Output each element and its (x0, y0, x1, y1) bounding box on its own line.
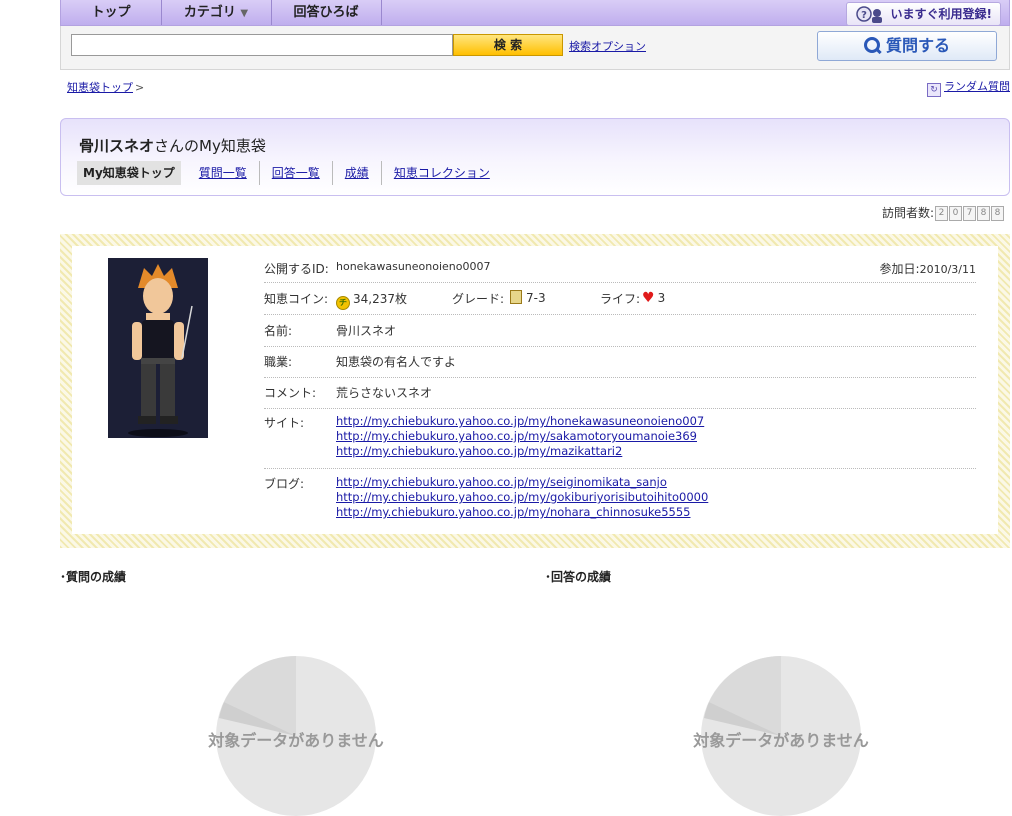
ask-question-button[interactable]: 質問する (817, 31, 997, 61)
breadcrumb-separator: > (135, 81, 145, 94)
tab-answers-link[interactable]: 回答一覧 (272, 166, 320, 180)
visitor-digit: 8 (991, 206, 1004, 221)
register-button[interactable]: ? いますぐ利用登録! (845, 2, 1001, 26)
tab-questions-link[interactable]: 質問一覧 (199, 166, 247, 180)
avatar (108, 258, 208, 438)
visitor-digit: 8 (977, 206, 990, 221)
name-value: 骨川スネオ (336, 324, 397, 338)
answer-results-heading: ･回答の成績 (545, 570, 612, 584)
search-button-label: 検 索 (493, 38, 523, 52)
answer-no-data: 対象データがありません (693, 731, 869, 750)
tab-answers[interactable]: 回答一覧 (260, 161, 333, 185)
tab-results-link[interactable]: 成績 (345, 166, 369, 180)
profile-row-comment: コメント: 荒らさないスネオ (264, 384, 976, 409)
coin-value: 34,237枚 (353, 292, 407, 306)
joined-date: 参加日:2010/3/11 (880, 260, 976, 277)
nav-tab-label: カテゴリ (183, 5, 236, 20)
life-value: 3 (657, 291, 666, 305)
profile-card: 公開するID: honekawasuneonoieno0007 参加日:2010… (72, 246, 998, 534)
nav-tab-label: 回答ひろば (293, 5, 359, 20)
grade-badge-icon (510, 290, 522, 304)
grade-value-wrap: 7-3 (510, 290, 546, 305)
ask-question-label: 質問する (885, 36, 950, 55)
blog-link[interactable]: http://my.chiebukuro.yahoo.co.jp/my/seig… (336, 475, 708, 490)
heart-icon: ♥ (642, 290, 655, 306)
tab-collection[interactable]: 知恵コレクション (382, 161, 502, 185)
blog-links: http://my.chiebukuro.yahoo.co.jp/my/seig… (336, 475, 708, 520)
question-no-data: 対象データがありません (208, 731, 384, 750)
help-person-icon: ? (855, 6, 882, 23)
id-value: honekawasuneonoieno0007 (336, 260, 491, 273)
profile-row-blogs: ブログ: http://my.chiebukuro.yahoo.co.jp/my… (264, 475, 976, 529)
tab-collection-link[interactable]: 知恵コレクション (394, 166, 490, 180)
job-label: 職業: (264, 355, 293, 369)
name-label: 名前: (264, 324, 293, 338)
chevron-down-icon: ▼ (240, 8, 249, 19)
comment-value: 荒らさないスネオ (336, 386, 433, 400)
search-button[interactable]: 検 索 (453, 34, 563, 56)
nav-tab-top[interactable]: トップ (61, 0, 162, 25)
joined-label: 参加日: (879, 262, 920, 276)
search-options-link[interactable]: 検索オプション (569, 38, 646, 54)
site-link[interactable]: http://my.chiebukuro.yahoo.co.jp/my/hone… (336, 414, 704, 429)
visitor-label: 訪問者数: (881, 206, 934, 220)
blog-link[interactable]: http://my.chiebukuro.yahoo.co.jp/my/goki… (336, 490, 708, 505)
my-header-panel: 骨川スネオさんのMy知恵袋 My知恵袋トップ 質問一覧 回答一覧 成績 知恵コレ… (60, 118, 1010, 196)
breadcrumb-home-link[interactable]: 知恵袋トップ (67, 81, 133, 94)
tab-my-top[interactable]: My知恵袋トップ (77, 161, 181, 185)
chie-coin-icon: チ (336, 296, 350, 310)
life-label: ライフ: (600, 292, 641, 306)
nav-tab-category[interactable]: カテゴリ ▼ (161, 0, 272, 25)
search-bar: 検 索 検索オプション 質問する (60, 26, 1010, 70)
search-input[interactable] (71, 34, 453, 56)
life-value-wrap: ♥ 3 (642, 290, 665, 306)
profile-section: 公開するID: honekawasuneonoieno0007 参加日:2010… (60, 234, 1010, 548)
blog-label: ブログ: (264, 477, 305, 491)
blog-link[interactable]: http://my.chiebukuro.yahoo.co.jp/my/noha… (336, 505, 708, 520)
profile-row-stats: 知恵コイン: チ 34,237枚 グレード: 7-3 ライフ: ♥ 3 (264, 290, 976, 315)
comment-label: コメント: (264, 386, 317, 400)
nav-tab-label: トップ (91, 5, 131, 20)
tab-results[interactable]: 成績 (333, 161, 382, 185)
question-results-heading: ･質問の成績 (60, 570, 127, 584)
profile-row-name: 名前: 骨川スネオ (264, 322, 976, 347)
site-link[interactable]: http://my.chiebukuro.yahoo.co.jp/my/saka… (336, 429, 704, 444)
site-links: http://my.chiebukuro.yahoo.co.jp/my/hone… (336, 414, 704, 459)
coin-label: 知恵コイン: (264, 292, 329, 306)
tab-questions[interactable]: 質問一覧 (187, 161, 260, 185)
top-nav: トップ カテゴリ ▼ 回答ひろば ? いますぐ利用登録! (60, 0, 1010, 26)
random-question: ↻ ランダム質問 (927, 78, 1010, 97)
my-tabs: My知恵袋トップ 質問一覧 回答一覧 成績 知恵コレクション (77, 161, 502, 185)
visitor-counter: 訪問者数: 2 0 7 8 8 (882, 204, 1004, 221)
page-title: 骨川スネオさんのMy知恵袋 (79, 135, 266, 156)
job-value: 知恵袋の有名人ですよ (336, 355, 457, 369)
visitor-digit: 0 (949, 206, 962, 221)
grade-label: グレード: (452, 292, 505, 306)
title-suffix: さんのMy知恵袋 (154, 137, 266, 155)
refresh-icon: ↻ (927, 83, 941, 97)
user-name-title: 骨川スネオ (79, 137, 155, 155)
profile-row-sites: サイト: http://my.chiebukuro.yahoo.co.jp/my… (264, 414, 976, 469)
id-label: 公開するID: (264, 262, 329, 276)
joined-value: 2010/3/11 (919, 263, 976, 276)
nav-tab-answer-plaza[interactable]: 回答ひろば (271, 0, 382, 25)
visitor-digit: 7 (963, 206, 976, 221)
breadcrumb: 知恵袋トップ > (67, 79, 144, 95)
random-question-link[interactable]: ランダム質問 (944, 80, 1010, 93)
site-link[interactable]: http://my.chiebukuro.yahoo.co.jp/my/mazi… (336, 444, 704, 459)
profile-row-id: 公開するID: honekawasuneonoieno0007 参加日:2010… (264, 260, 976, 283)
profile-row-job: 職業: 知恵袋の有名人ですよ (264, 353, 976, 378)
coin-value-wrap: チ 34,237枚 (336, 290, 407, 310)
svg-text:?: ? (861, 10, 867, 21)
register-label: いますぐ利用登録! (890, 7, 992, 21)
question-q-icon (863, 37, 880, 53)
grade-value: 7-3 (526, 291, 546, 305)
visitor-digit: 2 (935, 206, 948, 221)
site-label: サイト: (264, 416, 305, 430)
